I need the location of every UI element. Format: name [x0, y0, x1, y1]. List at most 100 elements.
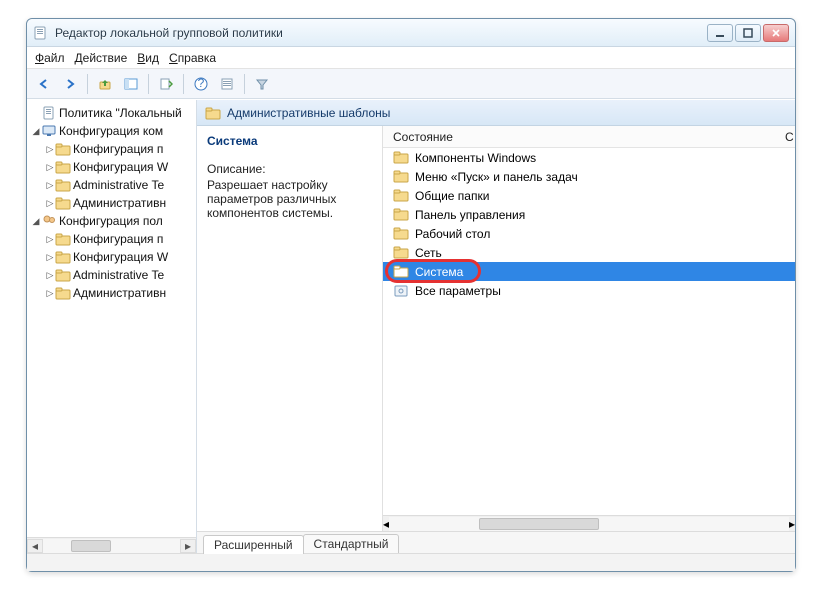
scroll-thumb[interactable]	[479, 518, 599, 530]
scroll-track[interactable]	[43, 539, 180, 553]
properties-button[interactable]	[216, 73, 238, 95]
folder-icon	[205, 106, 221, 120]
statusbar	[27, 553, 795, 571]
scroll-thumb[interactable]	[71, 540, 111, 552]
expand-icon[interactable]: ▷	[45, 288, 55, 299]
tree-child[interactable]: ▷ Административн	[31, 284, 196, 302]
tree-icon	[55, 269, 71, 282]
expand-icon[interactable]: ▷	[45, 252, 55, 263]
list-item-label: Меню «Пуск» и панель задач	[415, 170, 578, 184]
tree-hscrollbar[interactable]: ◂ ▸	[27, 537, 196, 553]
list-item-label: Общие папки	[415, 189, 489, 203]
tree-label: Конфигурация п	[73, 142, 163, 156]
view-tabs: Расширенный Стандартный	[197, 531, 795, 553]
tab-extended[interactable]: Расширенный	[203, 535, 304, 554]
list-panel: Состояние С Компоненты Windows Меню «Пуск…	[383, 126, 795, 531]
up-button[interactable]	[94, 73, 116, 95]
expand-icon[interactable]: ▷	[45, 198, 55, 209]
separator	[244, 74, 245, 94]
tab-standard[interactable]: Стандартный	[303, 534, 400, 553]
column-header[interactable]: Состояние С	[383, 126, 795, 148]
scroll-right-icon[interactable]: ▸	[789, 517, 795, 531]
separator	[148, 74, 149, 94]
list-item[interactable]: Общие папки	[383, 186, 795, 205]
help-button[interactable]: ?	[190, 73, 212, 95]
tree-label: Административн	[73, 196, 166, 210]
description-label: Описание:	[207, 162, 372, 176]
list-item[interactable]: Сеть	[383, 243, 795, 262]
scroll-left-icon[interactable]: ◂	[27, 539, 43, 553]
tree-label: Конфигурация пол	[59, 214, 163, 228]
separator	[183, 74, 184, 94]
minimize-button[interactable]	[707, 24, 733, 42]
list-hscrollbar[interactable]: ◂ ▸	[383, 515, 795, 531]
titlebar[interactable]: Редактор локальной групповой политики	[27, 19, 795, 47]
expand-icon[interactable]: ▷	[45, 270, 55, 281]
list-item-label: Все параметры	[415, 284, 501, 298]
content: Система Описание: Разрешает настройку па…	[197, 126, 795, 531]
list-item-label: Система	[415, 265, 463, 279]
tree-icon	[55, 197, 71, 210]
folder-icon	[393, 227, 409, 240]
right-panel: Административные шаблоны Система Описани…	[197, 100, 795, 553]
list[interactable]: Компоненты Windows Меню «Пуск» и панель з…	[383, 148, 795, 515]
description-panel: Система Описание: Разрешает настройку па…	[197, 126, 383, 531]
list-item[interactable]: Меню «Пуск» и панель задач	[383, 167, 795, 186]
menu-view[interactable]: Вид	[137, 51, 159, 65]
tree-child[interactable]: ▷ Конфигурация W	[31, 248, 196, 266]
expand-icon[interactable]: ▷	[45, 144, 55, 155]
settings-icon	[393, 284, 409, 298]
tree-icon	[41, 214, 57, 228]
tree-child[interactable]: ▷Конфигурация п	[31, 230, 196, 248]
app-icon	[33, 25, 49, 41]
folder-icon	[393, 151, 409, 164]
expand-icon[interactable]: ▷	[45, 180, 55, 191]
close-button[interactable]	[763, 24, 789, 42]
tree-child[interactable]: ▷ Administrative Te	[31, 266, 196, 284]
list-item[interactable]: Компоненты Windows	[383, 148, 795, 167]
list-item[interactable]: Рабочий стол	[383, 224, 795, 243]
tree-root[interactable]: Политика "Локальный	[31, 104, 196, 122]
scroll-track[interactable]	[389, 517, 789, 531]
expand-icon[interactable]: ▷	[45, 162, 55, 173]
expand-icon[interactable]: ▷	[45, 234, 55, 245]
tree-label: Административн	[73, 286, 166, 300]
tree-node[interactable]: ◢ Конфигурация пол	[31, 212, 196, 230]
tree-icon	[55, 161, 71, 174]
forward-button[interactable]	[59, 73, 81, 95]
description-text: Разрешает настройку параметров различных…	[207, 178, 372, 220]
tree-icon	[55, 233, 71, 246]
tree-child[interactable]: ▷ Административн	[31, 194, 196, 212]
list-item[interactable]: Все параметры	[383, 281, 795, 300]
tree-child[interactable]: ▷ Конфигурация W	[31, 158, 196, 176]
tree-label: Конфигурация W	[73, 160, 168, 174]
column-state[interactable]: Состояние	[383, 130, 775, 144]
show-hide-tree-button[interactable]	[120, 73, 142, 95]
column-c[interactable]: С	[775, 130, 795, 144]
scroll-right-icon[interactable]: ▸	[180, 539, 196, 553]
expand-icon[interactable]: ◢	[31, 126, 41, 137]
menubar: ФФайлайл Действие Вид Справка	[27, 47, 795, 69]
menu-action[interactable]: Действие	[75, 51, 128, 65]
expand-icon[interactable]: ◢	[31, 216, 41, 227]
list-item[interactable]: Система	[383, 262, 795, 281]
tree[interactable]: Политика "Локальный◢Конфигурация ком ▷ Кон…	[27, 100, 196, 537]
list-item[interactable]: Панель управления	[383, 205, 795, 224]
tree-label: Конфигурация W	[73, 250, 168, 264]
tree-child[interactable]: ▷ Конфигурация п	[31, 140, 196, 158]
tree-icon	[41, 124, 57, 138]
export-list-button[interactable]	[155, 73, 177, 95]
menu-file[interactable]: ФФайлайл	[35, 51, 65, 65]
path-bar: Административные шаблоны	[197, 100, 795, 126]
tree-node[interactable]: ◢Конфигурация ком	[31, 122, 196, 140]
maximize-button[interactable]	[735, 24, 761, 42]
menu-help[interactable]: Справка	[169, 51, 216, 65]
folder-icon	[393, 246, 409, 259]
list-item-label: Рабочий стол	[415, 227, 490, 241]
svg-text:?: ?	[198, 77, 205, 90]
separator	[87, 74, 88, 94]
tree-label: Administrative Te	[73, 268, 164, 282]
tree-child[interactable]: ▷Administrative Te	[31, 176, 196, 194]
filter-button[interactable]	[251, 73, 273, 95]
back-button[interactable]	[33, 73, 55, 95]
